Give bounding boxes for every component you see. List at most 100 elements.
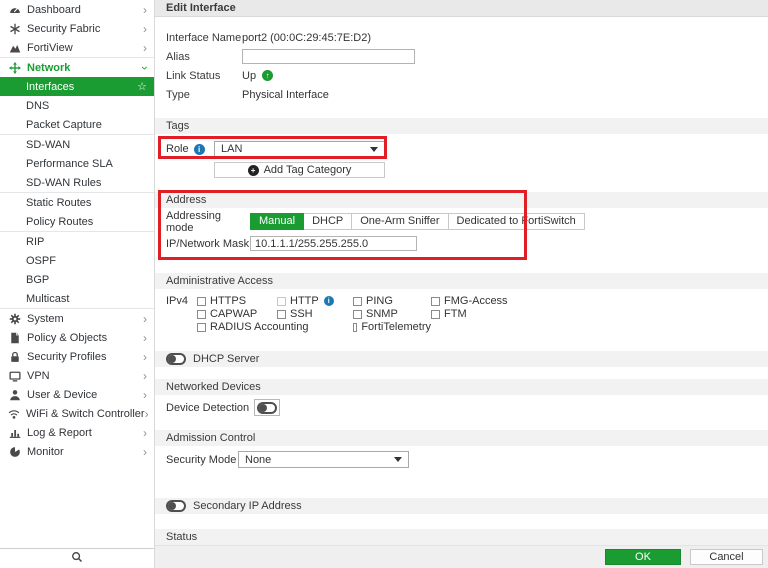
sidebar-item-static-routes[interactable]: Static Routes [0, 193, 154, 212]
sidebar: Dashboard › Security Fabric › FortiView … [0, 0, 155, 568]
sidebar-item-interfaces[interactable]: Interfaces ☆ [0, 77, 154, 96]
sidebar-item-multicast[interactable]: Multicast [0, 289, 154, 308]
add-tag-category-button[interactable]: + Add Tag Category [214, 162, 385, 178]
checkbox-box[interactable] [277, 309, 286, 319]
checkbox-box[interactable] [353, 309, 362, 319]
link-status-label: Link Status [166, 69, 221, 82]
alias-row: Alias [166, 47, 757, 66]
link-up-icon: ↑ [262, 70, 274, 81]
checkbox-ftm[interactable]: FTM [431, 308, 508, 320]
mode-one-arm-sniffer-button[interactable]: One-Arm Sniffer [352, 213, 449, 230]
chevron-right-icon: › [143, 40, 147, 55]
chevron-down-icon: › [138, 65, 152, 70]
addressing-mode-label: Addressing mode [166, 209, 222, 234]
device-detection-row: Device Detection [155, 395, 768, 416]
device-detection-toggle[interactable] [257, 401, 278, 414]
sidebar-item-security-profiles[interactable]: Security Profiles › [0, 347, 154, 366]
sidebar-item-label: Packet Capture [26, 118, 102, 131]
secondary-ip-toggle[interactable] [166, 500, 186, 512]
sidebar-item-sd-wan-rules[interactable]: SD-WAN Rules [0, 173, 154, 192]
dhcp-server-toggle[interactable] [166, 353, 186, 365]
checkbox-label: FortiTelemetry [361, 321, 431, 333]
checkbox-radius-accounting[interactable]: RADIUS Accounting [197, 321, 353, 333]
sidebar-item-monitor[interactable]: Monitor › [0, 442, 154, 461]
checkbox-capwap[interactable]: CAPWAP [197, 308, 277, 320]
address-section-title: Address [155, 192, 768, 208]
checkbox-box[interactable] [431, 296, 440, 306]
sidebar-item-label: Policy Routes [26, 215, 94, 228]
checkbox-box[interactable] [197, 322, 206, 332]
sidebar-item-network[interactable]: Network › [0, 58, 154, 77]
checkbox-http[interactable]: HTTP i [277, 295, 353, 307]
chevron-down-icon [394, 457, 402, 462]
security-mode-dropdown[interactable]: None [238, 451, 409, 468]
sidebar-item-performance-sla[interactable]: Performance SLA [0, 154, 154, 173]
sidebar-item-sd-wan[interactable]: SD-WAN [0, 135, 154, 154]
networked-devices-title: Networked Devices [155, 379, 768, 395]
ok-button[interactable]: OK [605, 549, 681, 565]
checkbox-https[interactable]: HTTPS [197, 295, 277, 307]
sidebar-item-dns[interactable]: DNS [0, 96, 154, 115]
mode-dhcp-button[interactable]: DHCP [304, 213, 353, 230]
ip-network-mask-field[interactable] [250, 236, 417, 251]
cancel-button[interactable]: Cancel [690, 549, 763, 565]
fortiview-icon [8, 42, 21, 54]
checkbox-label: FTM [444, 308, 467, 320]
checkbox-fmg-access[interactable]: FMG-Access [431, 295, 508, 307]
star-icon[interactable]: ☆ [137, 80, 147, 93]
plus-icon: + [247, 164, 259, 176]
link-status-row: Link Status Up ↑ [166, 66, 757, 85]
info-icon[interactable]: i [193, 143, 205, 155]
administrative-access-section: Administrative Access IPv4 HTTPS HTTP i P… [155, 273, 768, 333]
alias-label: Alias [166, 50, 190, 63]
chevron-right-icon: › [143, 387, 147, 402]
role-dropdown[interactable]: LAN [214, 140, 385, 158]
info-icon[interactable]: i [323, 296, 334, 306]
chevron-right-icon: › [143, 349, 147, 364]
add-tag-category-label: Add Tag Category [263, 164, 352, 176]
sidebar-item-dashboard[interactable]: Dashboard › [0, 0, 154, 19]
sidebar-search-button[interactable] [0, 548, 154, 568]
checkbox-ping[interactable]: PING [353, 295, 431, 307]
checkbox-ssh[interactable]: SSH [277, 308, 353, 320]
link-status-value: Up [242, 69, 257, 82]
sidebar-item-policy-routes[interactable]: Policy Routes [0, 212, 154, 231]
checkbox-box[interactable] [197, 296, 206, 306]
sidebar-item-log-report[interactable]: Log & Report › [0, 423, 154, 442]
search-icon [71, 551, 83, 566]
sidebar-item-label: OSPF [26, 254, 56, 267]
admission-control-title: Admission Control [155, 430, 768, 446]
checkbox-box[interactable] [277, 296, 286, 306]
sidebar-item-wifi-switch-controller[interactable]: WiFi & Switch Controller › [0, 404, 154, 423]
sidebar-item-fortiview[interactable]: FortiView › [0, 38, 154, 57]
device-detection-toggle-box [254, 399, 281, 416]
sidebar-item-rip[interactable]: RIP [0, 232, 154, 251]
ip-network-mask-row: IP/Network Mask [166, 235, 757, 252]
ipv4-label: IPv4 [166, 295, 189, 307]
checkbox-snmp[interactable]: SNMP [353, 308, 431, 320]
sidebar-item-policy-objects[interactable]: Policy & Objects › [0, 328, 154, 347]
sidebar-item-vpn[interactable]: VPN › [0, 366, 154, 385]
checkbox-box[interactable] [353, 322, 358, 332]
checkbox-box[interactable] [353, 296, 362, 306]
admission-control-section: Admission Control Security Mode None [155, 430, 768, 468]
sidebar-item-label: Interfaces [26, 80, 75, 93]
checkbox-fortitelemetry[interactable]: FortiTelemetry [353, 321, 431, 333]
sidebar-item-system[interactable]: System › [0, 309, 154, 328]
sidebar-item-packet-capture[interactable]: Packet Capture [0, 115, 154, 134]
checkbox-label: CAPWAP [210, 308, 258, 320]
mode-manual-button[interactable]: Manual [250, 213, 305, 230]
sidebar-item-bgp[interactable]: BGP [0, 270, 154, 289]
sidebar-item-label: System [27, 312, 64, 325]
role-label: Role [166, 143, 189, 155]
alias-field[interactable] [242, 49, 415, 64]
sidebar-item-ospf[interactable]: OSPF [0, 251, 154, 270]
chevron-right-icon: › [143, 444, 147, 459]
mode-dedicated-fortiswitch-button[interactable]: Dedicated to FortiSwitch [448, 213, 585, 230]
checkbox-box[interactable] [431, 309, 440, 319]
sidebar-item-user-device[interactable]: User & Device › [0, 385, 154, 404]
network-icon [8, 61, 21, 74]
page-title: Edit Interface [155, 0, 768, 17]
sidebar-item-security-fabric[interactable]: Security Fabric › [0, 19, 154, 38]
checkbox-box[interactable] [197, 309, 206, 319]
